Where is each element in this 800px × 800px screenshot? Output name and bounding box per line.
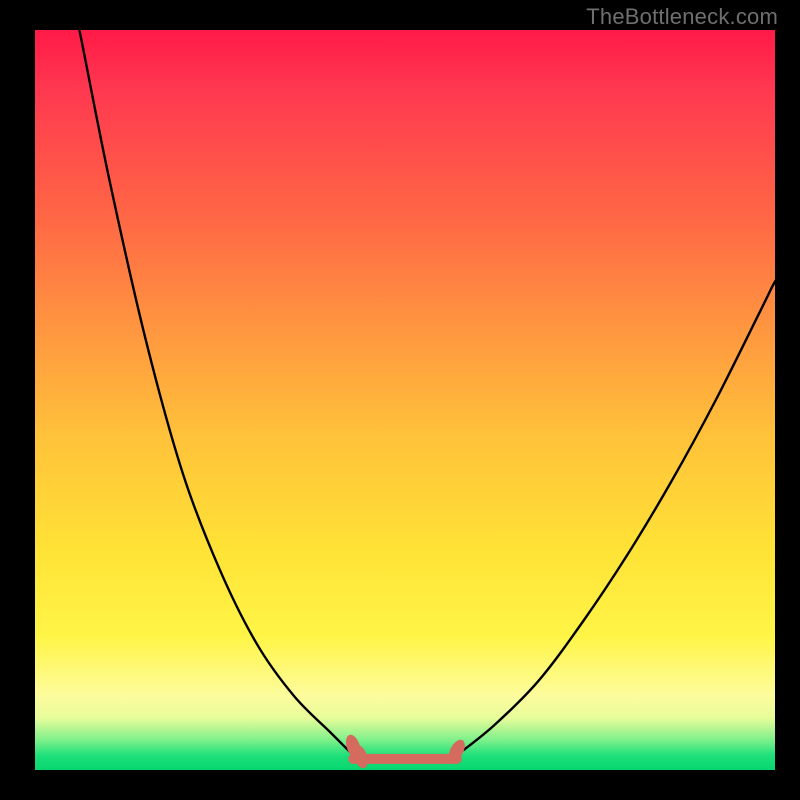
left-curve	[72, 0, 353, 755]
right-curve	[457, 274, 783, 755]
watermark-text: TheBottleneck.com	[586, 4, 778, 30]
end-blobs	[343, 733, 468, 770]
plot-area	[35, 30, 775, 770]
curve-layer	[35, 30, 775, 770]
chart-stage: TheBottleneck.com	[0, 0, 800, 800]
